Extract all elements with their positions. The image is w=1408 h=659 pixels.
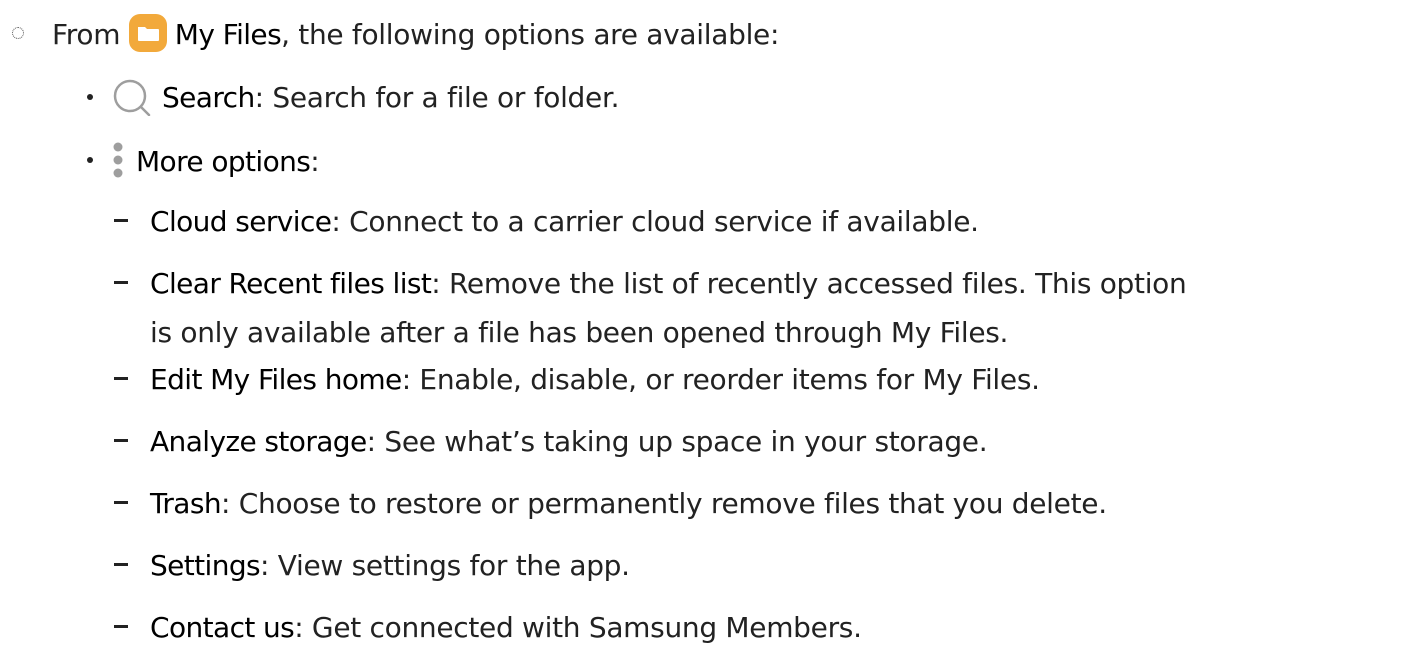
- sub-item-desc: View settings for the app.: [269, 549, 630, 582]
- item-sep: :: [310, 145, 320, 178]
- sub-item-desc: Connect to a carrier cloud service if av…: [340, 205, 979, 238]
- sub-item-sep: :: [260, 549, 270, 582]
- document: From My Files, the following options are…: [0, 0, 1408, 659]
- folder-icon: [128, 14, 167, 52]
- sub-item-contact-us: Contact us: Get connected with Samsung M…: [150, 609, 862, 647]
- item-term: Search: [162, 81, 255, 114]
- list-marker-dash: [114, 501, 128, 504]
- sub-item-settings: Settings: View settings for the app.: [150, 547, 630, 585]
- list-marker-dash: [114, 219, 128, 222]
- sub-item-term: Analyze storage: [150, 425, 367, 458]
- sub-item-term: Trash: [150, 487, 222, 520]
- list-marker-dash: [114, 439, 128, 442]
- app-name: My Files: [174, 18, 282, 51]
- item-term: More options: [136, 145, 311, 178]
- sub-item-desc: Enable, disable, or reorder items for My…: [410, 363, 1040, 396]
- sub-item-analyze-storage: Analyze storage: See what’s taking up sp…: [150, 423, 988, 461]
- intro-prefix: From: [52, 18, 121, 51]
- sub-item-trash: Trash: Choose to restore or permanently …: [150, 485, 1107, 523]
- list-marker-bullet: [87, 157, 93, 163]
- sub-item-clear-recent: Clear Recent files list: Remove the list…: [150, 265, 1187, 303]
- sub-item-term: Settings: [150, 549, 261, 582]
- sub-item-cloud-service: Cloud service: Connect to a carrier clou…: [150, 203, 979, 241]
- sub-item-sep: :: [221, 487, 231, 520]
- sub-item-desc: Choose to restore or permanently remove …: [230, 487, 1107, 520]
- item-sep: :: [254, 81, 264, 114]
- sub-item-sep: :: [401, 363, 411, 396]
- more-options-icon: [110, 141, 126, 181]
- sub-item-term: Contact us: [150, 611, 295, 644]
- list-marker-dash: [114, 377, 128, 380]
- sub-item-sep: :: [366, 425, 376, 458]
- sub-item-desc: Remove the list of recently accessed fil…: [440, 267, 1187, 300]
- sub-item-desc: Get connected with Samsung Members.: [303, 611, 862, 644]
- list-marker-dash: [114, 625, 128, 628]
- list-item-search: Search: Search for a file or folder.: [110, 78, 620, 117]
- sub-item-clear-recent-continued: is only available after a file has been …: [150, 314, 1008, 352]
- sub-item-sep: :: [331, 205, 341, 238]
- list-marker-circle: [12, 27, 24, 39]
- item-desc: Search for a file or folder.: [263, 81, 620, 114]
- list-marker-dash: [114, 563, 128, 566]
- sub-item-desc: See what’s taking up space in your stora…: [375, 425, 988, 458]
- sub-item-sep: :: [294, 611, 304, 644]
- sub-item-term: Edit My Files home: [150, 363, 402, 396]
- list-item-more-options: More options:: [110, 141, 320, 181]
- sub-item-term: Cloud service: [150, 205, 332, 238]
- search-icon: [110, 78, 152, 117]
- sub-item-desc-cont: is only available after a file has been …: [150, 316, 1009, 349]
- sub-item-edit-home: Edit My Files home: Enable, disable, or …: [150, 361, 1040, 399]
- list-marker-dash: [114, 281, 128, 284]
- intro-line: From My Files, the following options are…: [52, 14, 779, 54]
- list-marker-bullet: [87, 94, 93, 100]
- sub-item-term: Clear Recent files list: [150, 267, 432, 300]
- intro-suffix: , the following options are available:: [281, 18, 780, 51]
